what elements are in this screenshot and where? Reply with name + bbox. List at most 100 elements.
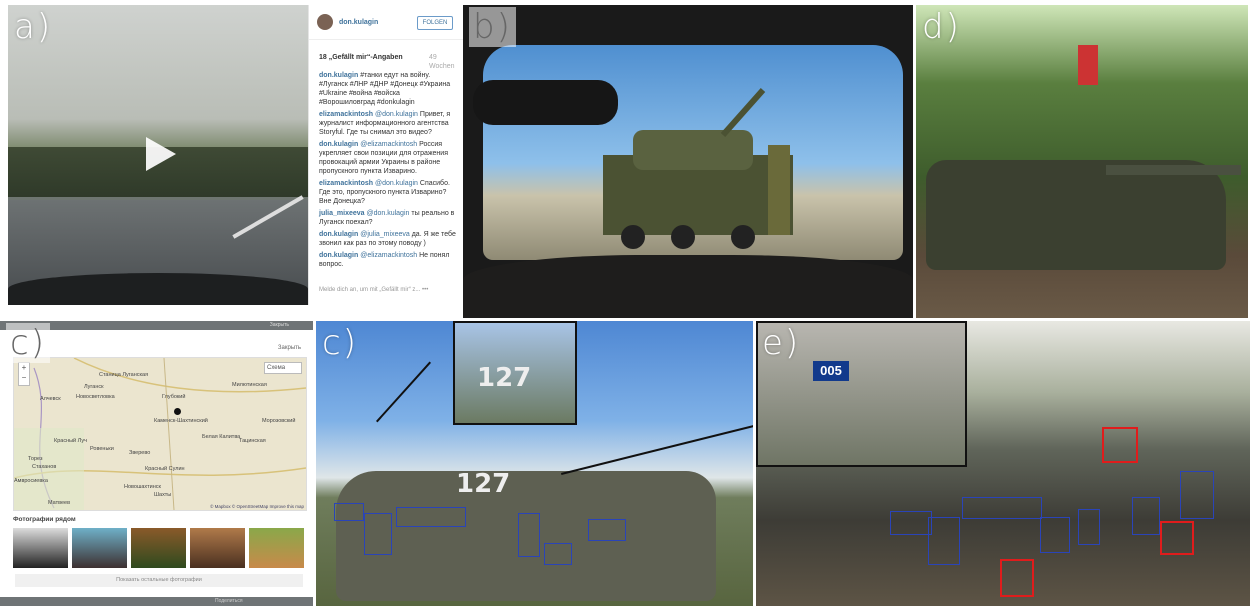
zoom-line <box>561 424 753 475</box>
comment-mention[interactable]: @don.kulagin <box>375 180 418 187</box>
tank-number-zoomed: 127 <box>477 363 532 393</box>
marker-box <box>962 497 1042 519</box>
zoom-in-button[interactable]: + <box>22 363 27 372</box>
comment-list: don.kulagin #танки едут на войну. #Луган… <box>319 71 457 272</box>
photo-thumbnail[interactable] <box>13 528 68 568</box>
comment: elizamackintosh @don.kulagin Спасибо. Гд… <box>319 179 457 206</box>
zoom-inset: 127 <box>453 321 577 425</box>
comment: elizamackintosh @don.kulagin Привет, я ж… <box>319 110 457 137</box>
comment: don.kulagin @elizamackintosh Не понял во… <box>319 251 457 269</box>
marker-box <box>1040 517 1070 553</box>
follow-button[interactable]: FOLGEN <box>417 16 453 30</box>
map-label: Новосветловка <box>76 394 115 400</box>
map-label: Морозовский <box>262 418 296 424</box>
comment-mention[interactable]: @don.kulagin <box>366 210 409 217</box>
comment-user[interactable]: don.kulagin <box>319 231 358 238</box>
map-label: Зверево <box>129 450 151 456</box>
comment-user[interactable]: elizamackintosh <box>319 180 373 187</box>
play-icon[interactable] <box>146 137 176 171</box>
photo-thumbnail[interactable] <box>249 528 304 568</box>
map-label: Станица Луганская <box>99 372 149 378</box>
panel-label-c-tank: c) <box>322 323 358 363</box>
map-label: Алчевск <box>40 396 61 402</box>
map-label: Белая Калитва <box>202 434 241 440</box>
map-label: Луганск <box>84 384 104 390</box>
bottom-bar: Поделиться <box>0 597 313 606</box>
comment: don.kulagin @julia_mixeeva да. Я же тебе… <box>319 230 457 248</box>
marker-box <box>588 519 626 541</box>
marker-box <box>518 513 540 557</box>
highlight-box <box>1160 521 1194 555</box>
map-label: Стаханов <box>32 464 57 470</box>
comment-mention[interactable]: @julia_mixeeva <box>360 231 410 238</box>
post-age: 49 Wochen <box>429 54 455 70</box>
map-label: Матвеев <box>48 500 70 506</box>
marker-box <box>928 517 960 565</box>
map-attribution[interactable]: © Mapbox © OpenStreetMap Improve this ma… <box>210 504 304 509</box>
car-dashboard <box>8 273 308 305</box>
map-type-select[interactable]: Схема <box>264 362 302 374</box>
marker-box <box>544 543 572 565</box>
tank-gun <box>1106 165 1241 175</box>
map-label: Торез <box>28 456 43 462</box>
zoom-controls[interactable]: + − <box>18 362 30 386</box>
map-label: Красный Луч <box>54 438 87 444</box>
instagram-sidebar: don.kulagin FOLGEN 18 „Gefällt mir“-Anga… <box>308 5 463 305</box>
panel-label-e: e) <box>762 323 801 363</box>
avatar[interactable] <box>317 14 333 30</box>
share-link[interactable]: Поделиться <box>215 598 243 604</box>
panel-label-c-map: c) <box>6 323 50 363</box>
photo-thumbnail[interactable] <box>190 528 245 568</box>
panel-label-d: d) <box>922 7 961 47</box>
close-link[interactable]: Закрыть <box>278 345 301 351</box>
panel-d-photo: d) <box>916 5 1248 318</box>
show-more-photos-button[interactable]: Показать остальные фотографии <box>15 574 303 587</box>
map-label: Ровеньки <box>90 446 114 452</box>
comment-mention[interactable]: @elizamackintosh <box>360 252 417 259</box>
map-label: Красный Сулин <box>145 466 185 472</box>
zoom-out-button[interactable]: − <box>22 373 27 382</box>
map-label: Тацинская <box>239 438 266 444</box>
highlight-box <box>1000 559 1034 597</box>
map-label: Шахты <box>154 492 172 498</box>
flag <box>1078 45 1098 85</box>
comment-mention[interactable]: @elizamackintosh <box>360 141 417 148</box>
marker-box <box>364 513 392 555</box>
tank-number: 005 <box>813 361 849 381</box>
likes-count[interactable]: 18 „Gefällt mir“-Angaben <box>319 53 403 62</box>
map-label: Амвросиевка <box>14 478 48 484</box>
comment-user[interactable]: don.kulagin <box>319 72 358 79</box>
comment-mention[interactable]: @don.kulagin <box>375 111 418 118</box>
nearby-photos-heading: Фотографии рядом <box>13 516 76 523</box>
rearview-mirror <box>473 80 618 125</box>
comment: don.kulagin #танки едут на войну. #Луган… <box>319 71 457 107</box>
more-options-icon[interactable]: ••• <box>422 287 428 293</box>
map-label: Глубокий <box>162 394 186 400</box>
panel-b-photo: b) <box>463 5 913 318</box>
marker-box <box>1078 509 1100 545</box>
panel-c-map-screenshot: Закрыть Закрыть + − Схема Станица Луганск… <box>0 321 313 606</box>
panel-label-a: a) <box>14 7 53 47</box>
comment-user[interactable]: don.kulagin <box>319 252 358 259</box>
map-label: Милютинская <box>232 382 267 388</box>
username-link[interactable]: don.kulagin <box>339 18 378 27</box>
tank-number: 127 <box>456 469 511 499</box>
zoom-line <box>376 361 432 423</box>
photo-thumbnail[interactable] <box>131 528 186 568</box>
comment-user[interactable]: elizamackintosh <box>319 111 373 118</box>
camouflaged-tank <box>926 160 1226 270</box>
location-pin-icon[interactable] <box>174 408 181 415</box>
comment-user[interactable]: don.kulagin <box>319 141 358 148</box>
login-prompt-text[interactable]: Melde dich an, um mit „Gefällt mir“ z... <box>319 287 420 293</box>
map[interactable]: + − Схема Станица Луганская Луганск Новос… <box>13 357 307 511</box>
photo-thumbnail[interactable] <box>72 528 127 568</box>
comment: don.kulagin @elizamackintosh Россия укре… <box>319 140 457 176</box>
comment-user[interactable]: julia_mixeeva <box>319 210 365 217</box>
car-dashboard <box>463 255 913 318</box>
marker-box <box>1132 497 1160 535</box>
login-prompt[interactable]: Melde dich an, um mit „Gefällt mir“ z...… <box>319 286 428 295</box>
tank-on-trailer <box>603 88 793 249</box>
top-close-link[interactable]: Закрыть <box>270 322 289 328</box>
marker-box <box>396 507 466 527</box>
map-label: Каменск-Шахтинский <box>154 418 208 424</box>
